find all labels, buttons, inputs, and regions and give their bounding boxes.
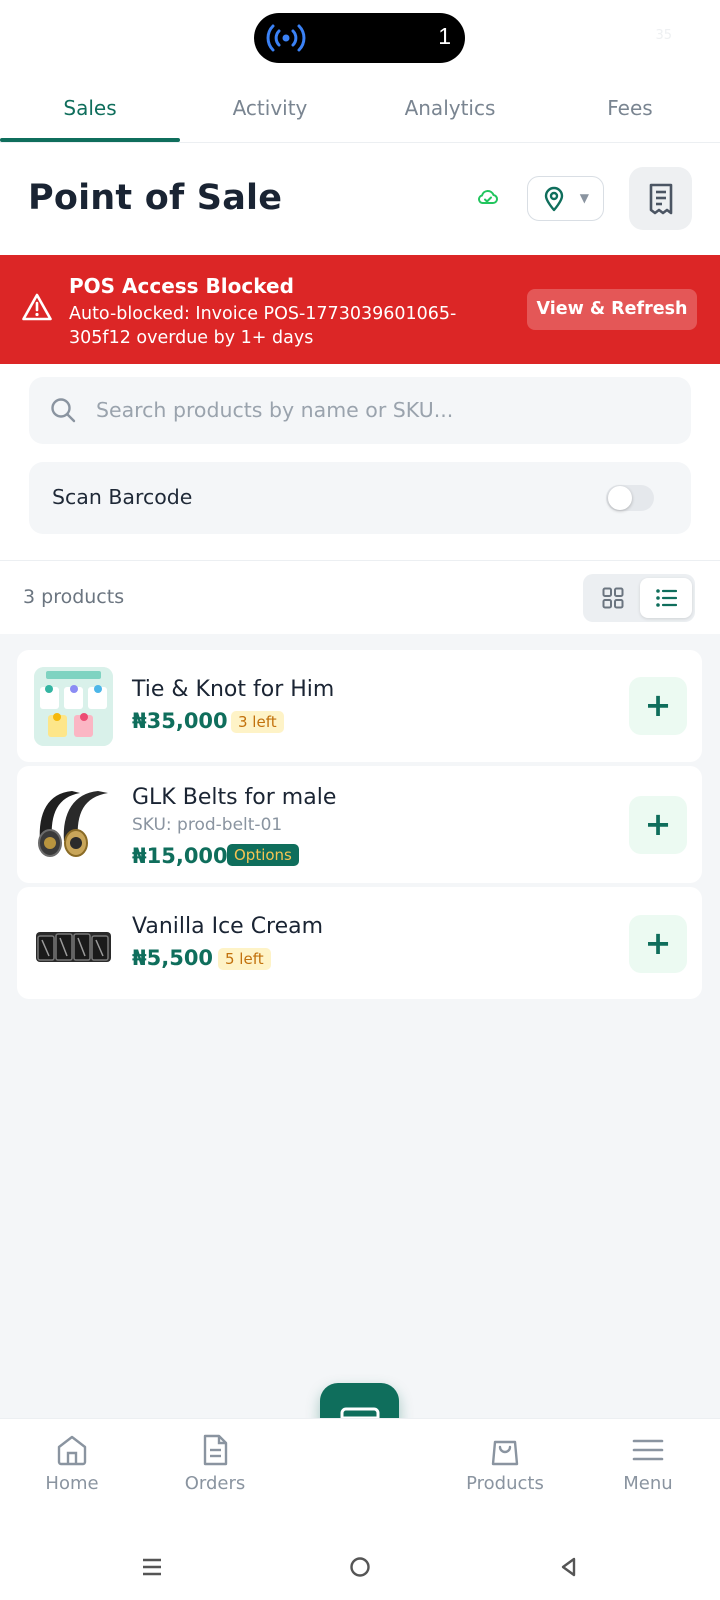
page-title: Point of Sale: [28, 178, 283, 218]
product-list: Tie & Knot for Him ₦35,000 3 left + GLK …: [17, 650, 702, 1003]
status-bar: 1 35: [0, 0, 720, 78]
alert-message: Auto-blocked: Invoice POS-1773039601065-…: [69, 304, 457, 348]
dynamic-island: 1: [254, 13, 465, 63]
nav-orders-label: Orders: [184, 1473, 246, 1494]
shopping-bag-icon: [491, 1440, 519, 1466]
hamburger-menu-icon: [632, 1439, 664, 1461]
product-thumbnail: [34, 667, 113, 746]
search-input[interactable]: [96, 391, 666, 429]
stock-badge: 5 left: [218, 948, 271, 970]
bottom-navigation: Home Orders Products Menu: [0, 1418, 720, 1538]
product-name: Vanilla Ice Cream: [132, 914, 324, 939]
warning-icon: [22, 293, 52, 321]
page-header: Point of Sale ▼: [0, 143, 720, 255]
product-sku: SKU: prod-belt-01: [132, 815, 283, 835]
broadcast-icon: [266, 24, 306, 52]
status-indicator: 35: [655, 28, 672, 43]
add-to-cart-button[interactable]: +: [629, 915, 687, 973]
receipt-button[interactable]: [629, 167, 692, 230]
tab-activity[interactable]: Activity: [180, 78, 360, 142]
belt-image: [34, 783, 113, 862]
list-view-button[interactable]: [640, 578, 692, 618]
product-price: ₦15,000: [132, 844, 228, 868]
home-button-icon[interactable]: [349, 1556, 371, 1578]
belt-image: [34, 904, 113, 983]
stock-badge: 3 left: [231, 711, 284, 733]
scan-barcode-label: Scan Barcode: [52, 485, 193, 509]
list-header: 3 products: [0, 560, 720, 634]
options-badge: Options: [227, 844, 299, 866]
document-icon: [203, 1434, 228, 1466]
location-selector[interactable]: ▼: [527, 176, 604, 221]
scan-barcode-toggle[interactable]: [606, 485, 654, 511]
chevron-down-icon: ▼: [579, 191, 589, 205]
back-icon[interactable]: [558, 1556, 580, 1578]
nav-menu[interactable]: Menu: [593, 1433, 703, 1494]
product-thumbnail: [34, 904, 113, 983]
product-card[interactable]: GLK Belts for male SKU: prod-belt-01 ₦15…: [17, 766, 702, 883]
search-section: Scan Barcode: [0, 364, 720, 560]
home-icon: [57, 1435, 87, 1466]
search-box: [29, 377, 691, 444]
recent-apps-icon[interactable]: [141, 1556, 163, 1578]
add-to-cart-button[interactable]: +: [629, 796, 687, 854]
system-navigation-bar: [0, 1538, 720, 1600]
tab-fees[interactable]: Fees: [540, 78, 720, 142]
view-refresh-button[interactable]: View & Refresh: [527, 289, 697, 330]
tab-sales[interactable]: Sales: [0, 78, 180, 142]
alert-title: POS Access Blocked: [69, 274, 294, 298]
product-count: 3 products: [23, 586, 125, 608]
product-name: GLK Belts for male: [132, 785, 337, 810]
product-price: ₦5,500: [132, 946, 214, 970]
search-icon: [51, 398, 76, 423]
toggle-knob: [608, 486, 632, 510]
pos-screen: 1 35 Sales Activity Analytics Fees Point…: [0, 0, 720, 1600]
product-card[interactable]: Tie & Knot for Him ₦35,000 3 left +: [17, 650, 702, 762]
nav-home-label: Home: [45, 1473, 99, 1494]
nav-menu-label: Menu: [623, 1473, 673, 1494]
tab-analytics[interactable]: Analytics: [360, 78, 540, 142]
top-tabs: Sales Activity Analytics Fees: [0, 78, 720, 143]
view-mode-toggle: [583, 574, 695, 622]
add-to-cart-button[interactable]: +: [629, 677, 687, 735]
scan-barcode-row: Scan Barcode: [29, 462, 691, 534]
product-thumbnail: [34, 783, 113, 862]
grid-icon: [602, 587, 624, 609]
grid-view-button[interactable]: [587, 578, 639, 618]
product-card[interactable]: Vanilla Ice Cream ₦5,500 5 left +: [17, 887, 702, 999]
map-pin-icon: [544, 186, 564, 212]
nav-orders[interactable]: Orders: [160, 1433, 270, 1494]
nav-home[interactable]: Home: [17, 1433, 127, 1494]
receipt-icon: [649, 183, 673, 215]
nav-products[interactable]: Products: [450, 1433, 560, 1494]
cloud-sync-icon: [478, 189, 498, 205]
nav-products-label: Products: [466, 1473, 544, 1494]
access-blocked-alert: POS Access Blocked Auto-blocked: Invoice…: [0, 255, 720, 364]
infographic-image: [34, 667, 113, 746]
product-price: ₦35,000: [132, 709, 228, 733]
product-name: Tie & Knot for Him: [132, 677, 335, 702]
list-icon: [656, 589, 677, 607]
notification-count: 1: [438, 23, 451, 49]
